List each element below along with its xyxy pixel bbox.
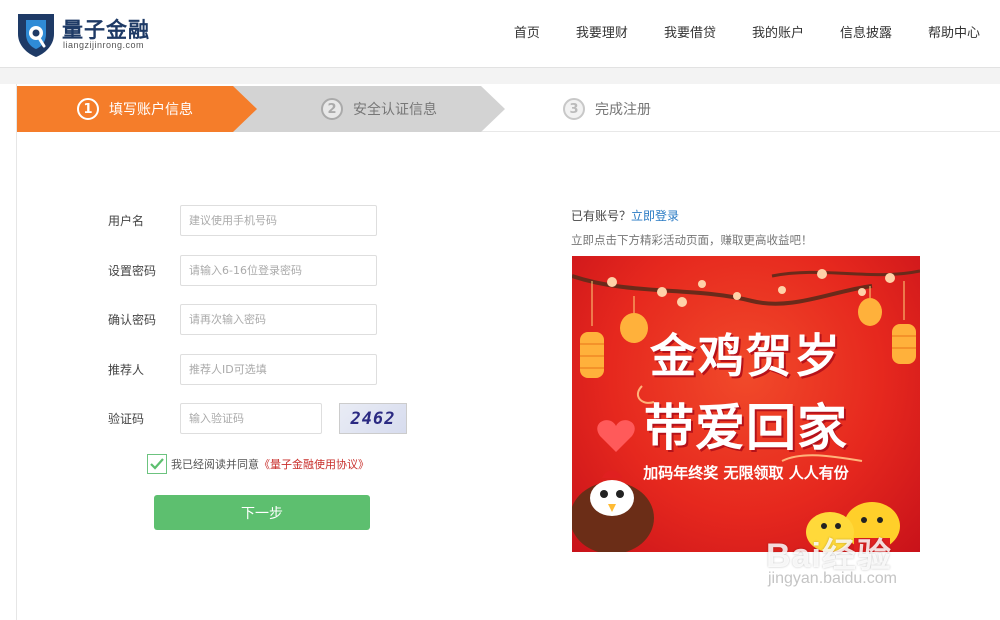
- confirm-password-input[interactable]: [180, 304, 377, 335]
- shield-logo-icon: [18, 14, 54, 57]
- password-label: 设置密码: [108, 264, 157, 278]
- banner-subline: 加码年终奖 无限领取 人人有份: [643, 464, 849, 482]
- confirm-password-row: 确认密码: [17, 304, 417, 336]
- main-nav: 首页 我要理财 我要借贷 我的账户 信息披露 帮助中心: [496, 0, 1000, 62]
- agreement: 我已经阅读并同意 《量子金融使用协议》: [147, 454, 369, 474]
- banner-headline-1: 金鸡贺岁: [650, 329, 842, 383]
- step-2: 2 安全认证信息: [233, 86, 505, 132]
- nav-home[interactable]: 首页: [514, 22, 540, 41]
- have-account: 已有账号？立即登录: [571, 207, 679, 224]
- password-input[interactable]: [180, 255, 377, 286]
- promo-tip: 立即点击下方精彩活动页面，赚取更高收益吧！: [571, 233, 813, 247]
- username-label: 用户名: [108, 214, 145, 228]
- site-logo[interactable]: 量子金融 liangzijinrong.com: [14, 10, 184, 60]
- promo-banner[interactable]: 金鸡贺岁 带爱回家 加码年终奖 无限领取 人人有份: [572, 256, 920, 552]
- agreement-link[interactable]: 《量子金融使用协议》: [259, 456, 369, 472]
- checkmark-icon: [150, 458, 164, 470]
- nav-borrow[interactable]: 我要借贷: [664, 22, 716, 41]
- confirm-password-label: 确认密码: [108, 313, 157, 327]
- next-step-button[interactable]: 下一步: [154, 495, 370, 530]
- step-3: 3 完成注册: [563, 86, 651, 132]
- username-row: 用户名: [17, 205, 417, 237]
- captcha-row: 验证码 2462: [17, 403, 417, 435]
- step-3-number: 3: [563, 98, 585, 120]
- step-1-number: 1: [77, 98, 99, 120]
- referrer-label: 推荐人: [108, 363, 145, 377]
- captcha-label: 验证码: [108, 412, 145, 426]
- have-account-text: 已有账号？: [571, 209, 632, 223]
- step-2-number: 2: [321, 98, 343, 120]
- referrer-row: 推荐人: [17, 354, 417, 386]
- nav-invest[interactable]: 我要理财: [576, 22, 628, 41]
- nav-account[interactable]: 我的账户: [752, 22, 804, 41]
- username-input[interactable]: [180, 205, 377, 236]
- registration-steps: 1 填写账户信息 2 安全认证信息 3 完成注册: [17, 86, 1000, 132]
- nav-disclosure[interactable]: 信息披露: [840, 22, 892, 41]
- brand-domain: liangzijinrong.com: [63, 40, 145, 50]
- agree-text: 我已经阅读并同意: [171, 458, 259, 471]
- baidu-watermark: Bai经验 jingyan.baidu.com: [766, 528, 986, 598]
- password-row: 设置密码: [17, 255, 417, 287]
- login-link[interactable]: 立即登录: [631, 209, 679, 223]
- step-2-label: 安全认证信息: [353, 102, 437, 118]
- agree-checkbox[interactable]: [147, 454, 167, 474]
- site-header: 量子金融 liangzijinrong.com 首页 我要理财 我要借贷 我的账…: [0, 0, 1000, 68]
- step-3-label: 完成注册: [595, 102, 651, 118]
- banner-headline-2: 带爱回家: [644, 399, 848, 457]
- captcha-input[interactable]: [180, 403, 322, 434]
- step-1: 1 填写账户信息: [17, 86, 261, 132]
- header-gap: [0, 68, 1000, 84]
- watermark-url: jingyan.baidu.com: [768, 570, 897, 587]
- nav-help[interactable]: 帮助中心: [928, 22, 980, 41]
- referrer-input[interactable]: [180, 354, 377, 385]
- step-1-label: 填写账户信息: [109, 102, 193, 118]
- captcha-image[interactable]: 2462: [339, 403, 407, 434]
